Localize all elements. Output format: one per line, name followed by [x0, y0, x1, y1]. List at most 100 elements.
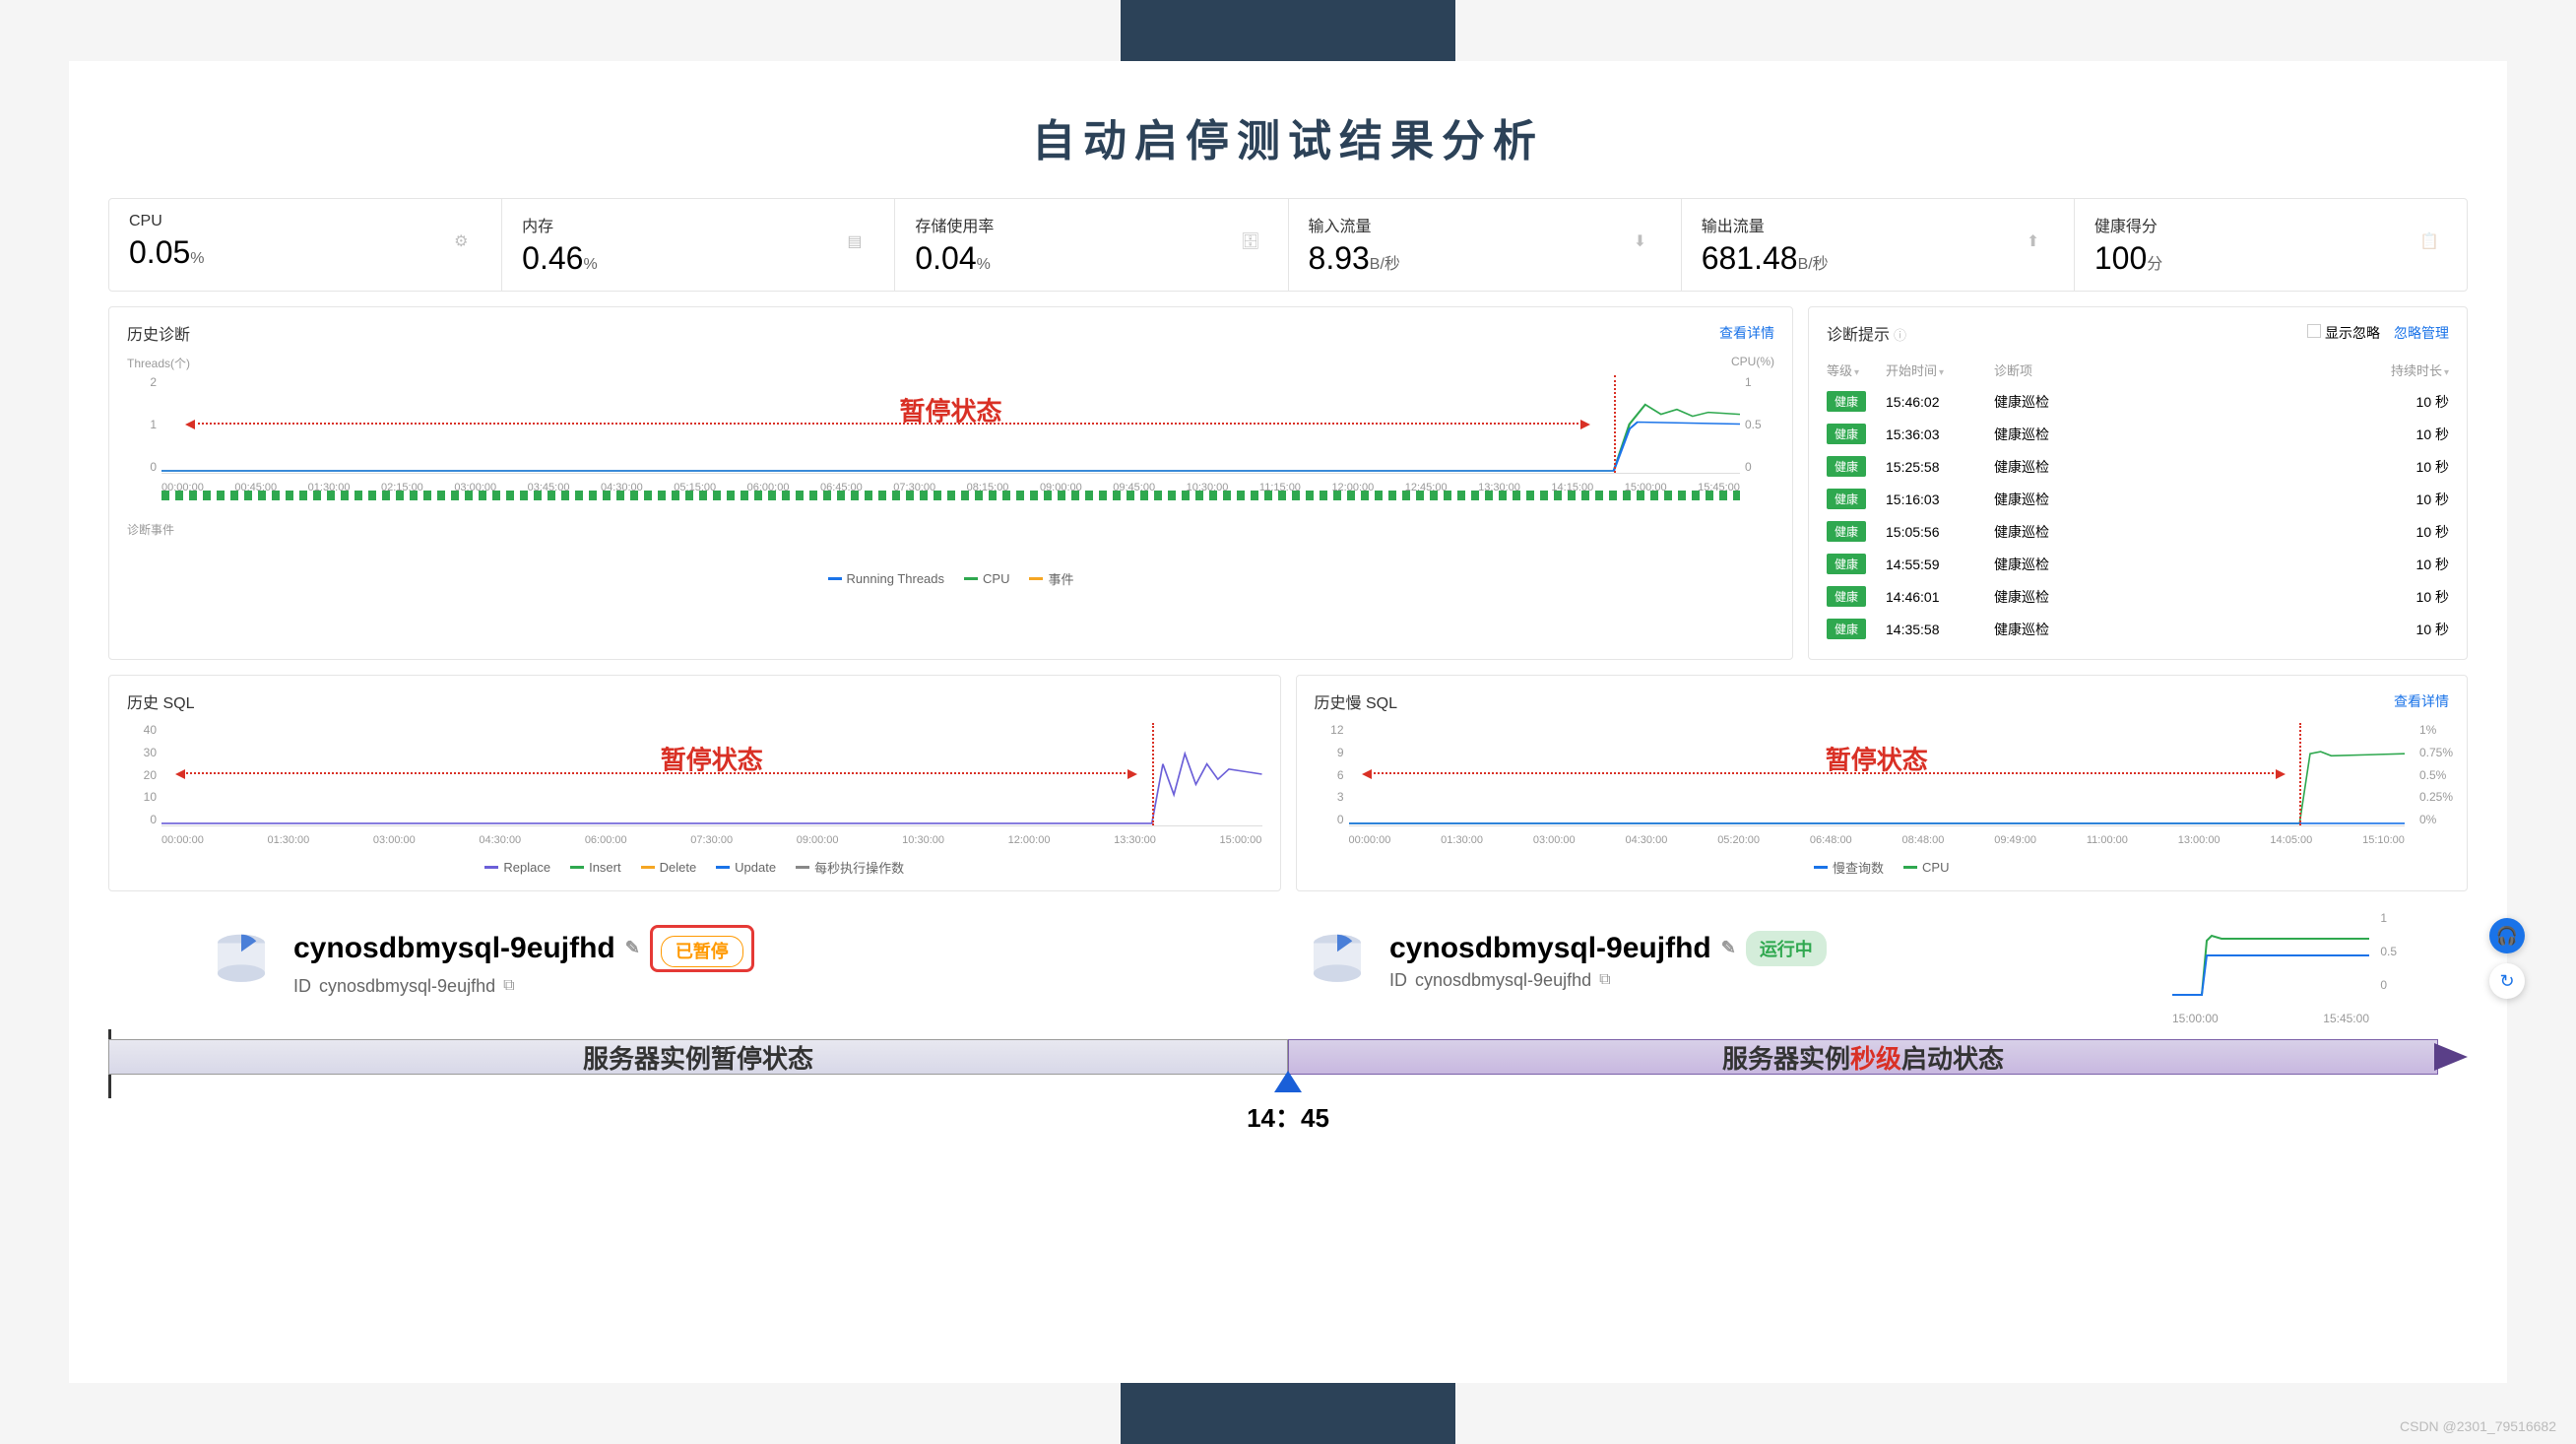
timeline: 服务器实例暂停状态 服务器实例秒级启动状态 14：45 [108, 1029, 2468, 1088]
history-sql-title: 历史 SQL [127, 689, 194, 713]
metric-storage: 存储使用率 0.04% 🗄 [895, 199, 1288, 291]
out-icon: ⬆ [2027, 231, 2054, 259]
pause-arrow [183, 772, 1129, 774]
table-row[interactable]: 健康 14:55:59 健康巡检 10 秒 [1827, 548, 2449, 580]
metric-label: 输出流量 [1702, 213, 2054, 236]
table-row[interactable]: 健康 15:16:03 健康巡检 10 秒 [1827, 483, 2449, 515]
pause-label: 暂停状态 [899, 391, 1001, 427]
mini-chart-svg [2172, 911, 2369, 1010]
table-row[interactable]: 健康 15:36:03 健康巡检 10 秒 [1827, 418, 2449, 450]
metric-value: 0.04 [915, 240, 976, 276]
table-row[interactable]: 健康 15:46:02 健康巡检 10 秒 [1827, 385, 2449, 418]
status-badge-running: 运行中 [1746, 931, 1827, 966]
level-badge: 健康 [1827, 456, 1866, 477]
metric-label: 存储使用率 [915, 213, 1267, 236]
metric-unit: % [190, 250, 204, 267]
history-diag-title: 历史诊断 [127, 321, 190, 345]
pause-label: 暂停状态 [1826, 741, 1928, 777]
accent-bottom [1121, 1383, 1455, 1444]
level-badge: 健康 [1827, 391, 1866, 412]
y-left-label: Threads(个) [127, 355, 190, 371]
metric-unit: B/秒 [1798, 256, 1829, 273]
edit-icon[interactable]: ✎ [1721, 938, 1736, 958]
pause-divider [2299, 723, 2301, 825]
copy-icon[interactable]: ⧉ [503, 977, 514, 995]
in-icon: ⬇ [1634, 231, 1661, 259]
history-diag-chart: 210 10.50 暂停状态 00:00:0000:45:0001:30:000… [127, 375, 1774, 493]
health-icon: 📋 [2419, 231, 2447, 259]
metric-value: 100 [2094, 240, 2147, 276]
metric-label: CPU [129, 213, 482, 230]
refresh-icon[interactable]: ↻ [2489, 963, 2525, 999]
pause-label: 暂停状态 [661, 741, 763, 777]
legend-item: CPU [964, 569, 1009, 588]
legend-item: Replace [484, 858, 550, 877]
instances-row: cynosdbmysql-9eujfhd ✎ 已暂停 ID cynosdbmys… [108, 911, 2468, 1010]
slow-sql-panel: 历史慢 SQL 查看详情 129630 1%0.75%0.5%0.25%0% 暂… [1296, 675, 2469, 891]
copy-icon[interactable]: ⧉ [1599, 971, 1610, 989]
status-highlight-box: 已暂停 [650, 925, 754, 972]
metric-out: 输出流量 681.48B/秒 ⬆ [1682, 199, 2075, 291]
memory-icon: ▤ [847, 231, 874, 259]
metric-cpu: CPU 0.05% ⚙ [109, 199, 502, 291]
pause-arrow [193, 423, 1582, 425]
table-row[interactable]: 健康 14:46:01 健康巡检 10 秒 [1827, 580, 2449, 613]
ignore-mgmt-link[interactable]: 忽略管理 [2394, 323, 2449, 343]
database-icon [207, 926, 276, 995]
history-sql-panel: 历史 SQL 403020100 暂停状态 00:00:0001:30:0003… [108, 675, 1281, 891]
history-diag-legend: Running ThreadsCPU事件 [127, 569, 1774, 588]
metric-unit: % [583, 256, 597, 273]
sort-icon[interactable]: ▾ [2444, 367, 2449, 378]
level-badge: 健康 [1827, 554, 1866, 574]
support-icon[interactable]: 🎧 [2489, 918, 2525, 953]
metric-health: 健康得分 100分 📋 [2075, 199, 2467, 291]
level-badge: 健康 [1827, 586, 1866, 607]
history-diag-link[interactable]: 查看详情 [1719, 323, 1774, 343]
legend-item: Running Threads [828, 569, 945, 588]
metric-memory: 内存 0.46% ▤ [502, 199, 895, 291]
metric-label: 输入流量 [1309, 213, 1661, 236]
page-title: 自动启停测试结果分析 [108, 105, 2468, 168]
table-row[interactable]: 健康 15:25:58 健康巡检 10 秒 [1827, 450, 2449, 483]
metric-label: 内存 [522, 213, 874, 236]
id-label: ID [1389, 970, 1407, 991]
metric-in: 输入流量 8.93B/秒 ⬇ [1289, 199, 1682, 291]
database-icon [1303, 926, 1372, 995]
sort-icon[interactable]: ▾ [1854, 367, 1859, 378]
diag-tips-title: 诊断提示ⓘ [1827, 321, 1906, 345]
diag-table: 等级▾ 开始时间▾ 诊断项 持续时长▾ 健康 15:46:02 健康巡检 10 … [1827, 355, 2449, 645]
metric-label: 健康得分 [2094, 213, 2447, 236]
instance-id: cynosdbmysql-9eujfhd [1415, 970, 1591, 991]
events-label: 诊断事件 [127, 521, 1774, 538]
instance-name: cynosdbmysql-9eujfhd [1389, 932, 1711, 965]
table-row[interactable]: 健康 14:35:58 健康巡检 10 秒 [1827, 613, 2449, 645]
show-ignore-checkbox[interactable]: 显示忽略 [2307, 323, 2380, 343]
timeline-time: 14：45 [1247, 1098, 1329, 1135]
y-right-label: CPU(%) [1731, 355, 1774, 371]
legend-item: Delete [641, 858, 697, 877]
metrics-row: CPU 0.05% ⚙ 内存 0.46% ▤ 存储使用率 0.04% 🗄 输入流… [108, 198, 2468, 292]
legend-item: Insert [570, 858, 621, 877]
legend-item: 慢查询数 [1814, 858, 1884, 877]
diag-tips-panel: 诊断提示ⓘ 显示忽略 忽略管理 等级▾ 开始时间▾ 诊断项 持续时长▾ 健康 1… [1808, 306, 2468, 660]
table-row[interactable]: 健康 15:05:56 健康巡检 10 秒 [1827, 515, 2449, 548]
instance-name: cynosdbmysql-9eujfhd [293, 932, 615, 965]
slow-sql-chart: 129630 1%0.75%0.5%0.25%0% 暂停状态 00:00:000… [1315, 723, 2450, 846]
metric-value: 681.48 [1702, 240, 1798, 276]
pause-divider [1152, 723, 1154, 825]
pause-arrow [1370, 772, 2278, 774]
history-diag-panel: 历史诊断 查看详情 Threads(个) CPU(%) 210 10.50 暂停… [108, 306, 1793, 660]
timeline-left: 服务器实例暂停状态 [108, 1039, 1288, 1075]
instance-right: cynosdbmysql-9eujfhd ✎ 运行中 ID cynosdbmys… [1303, 911, 2369, 1010]
float-buttons: 🎧 ↻ [2489, 918, 2525, 999]
level-badge: 健康 [1827, 521, 1866, 542]
history-sql-chart: 403020100 暂停状态 00:00:0001:30:0003:00:000… [127, 723, 1262, 846]
slow-sql-link[interactable]: 查看详情 [2394, 691, 2449, 711]
slow-sql-legend: 慢查询数CPU [1315, 858, 2450, 877]
metric-unit: % [977, 256, 991, 273]
timeline-right: 服务器实例秒级启动状态 [1288, 1039, 2438, 1075]
info-icon: ⓘ [1894, 328, 1906, 343]
sort-icon[interactable]: ▾ [1939, 367, 1944, 378]
edit-icon[interactable]: ✎ [625, 938, 640, 958]
cpu-icon: ⚙ [454, 231, 482, 259]
